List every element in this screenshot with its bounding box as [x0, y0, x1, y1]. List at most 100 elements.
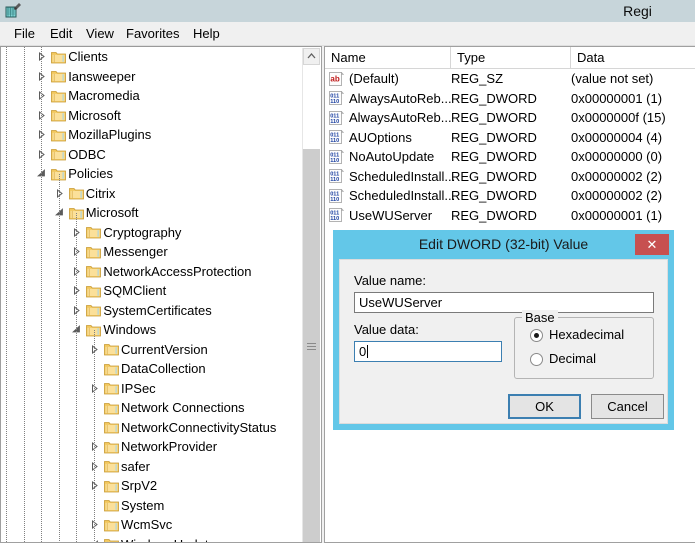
folder-icon [86, 264, 102, 278]
tree-item-system[interactable]: System [1, 496, 303, 516]
tree-item-microsoft[interactable]: Microsoft [1, 203, 303, 223]
tree-item-policies[interactable]: Policies [1, 164, 303, 184]
tree-item-label: CurrentVersion [121, 341, 208, 357]
folder-icon [51, 50, 67, 64]
list-header: Name Type Data [325, 47, 695, 69]
column-header-name[interactable]: Name [325, 47, 451, 68]
tree-item-odbc[interactable]: ODBC [1, 145, 303, 165]
folder-icon [104, 459, 119, 473]
menu-view[interactable]: View [78, 22, 122, 45]
table-row[interactable]: 011 110 AlwaysAutoReb... REG_DWORD 0x0000000… [325, 108, 695, 128]
tree-item-mozillaplugins[interactable]: MozillaPlugins [1, 125, 303, 145]
cancel-button[interactable]: Cancel [591, 394, 664, 419]
menu-help[interactable]: Help [185, 22, 228, 45]
tree-item-windows[interactable]: Windows [1, 320, 303, 340]
tree-item-safer[interactable]: safer [1, 457, 303, 477]
tree-scroll-thumb[interactable] [303, 149, 320, 542]
registry-tree[interactable]: Clients Iansweeper Macromedia Microsoft Mozi… [1, 47, 303, 542]
dialog-title-bar: Edit DWORD (32-bit) Value ✕ [333, 230, 674, 259]
value-name-cell: AlwaysAutoReb... [349, 110, 452, 125]
tree-item-networkconnectivitystatus[interactable]: NetworkConnectivityStatus [1, 418, 303, 438]
value-name-cell: ScheduledInstall... [349, 168, 456, 184]
svg-text:110: 110 [330, 158, 339, 164]
svg-text:110: 110 [330, 99, 339, 105]
tree-item-sqmclient[interactable]: SQMClient [1, 281, 303, 301]
value-data-cell: 0x00000002 (2) [571, 168, 663, 184]
value-data-input[interactable]: 0 [354, 341, 502, 362]
tree-item-networkaccessprotection[interactable]: NetworkAccessProtection [1, 262, 303, 282]
registry-tree-panel[interactable]: Clients Iansweeper Macromedia Microsoft Mozi… [0, 46, 322, 543]
tree-item-messenger[interactable]: Messenger [1, 242, 303, 262]
tree-indent-guide [58, 174, 60, 542]
value-data-text: 0 [359, 344, 367, 359]
value-name-input[interactable]: UseWUServer [354, 292, 654, 313]
tree-item-macromedia[interactable]: Macromedia [1, 86, 303, 106]
window-title: Regi [623, 3, 652, 19]
folder-icon [104, 401, 119, 415]
tree-item-label: Messenger [103, 244, 168, 259]
tree-item-wcmsvc[interactable]: WcmSvc [1, 515, 303, 535]
value-name-cell: AlwaysAutoReb... [349, 90, 452, 106]
close-icon[interactable]: ✕ [635, 234, 669, 255]
table-row[interactable]: 011 110 ScheduledInstall... REG_DWORD 0x0000… [325, 167, 695, 187]
svg-text:110: 110 [330, 197, 339, 203]
folder-icon [68, 186, 84, 200]
tree-scroll-track[interactable] [303, 65, 320, 149]
scroll-grip-icon [307, 343, 316, 350]
tree-item-currentversion[interactable]: CurrentVersion [1, 340, 303, 360]
folder-icon [51, 89, 67, 103]
tree-item-label: Clients [68, 49, 108, 64]
value-type-cell: REG_DWORD [451, 149, 537, 164]
scroll-up-arrow-icon[interactable] [303, 48, 320, 65]
folder-icon [51, 69, 67, 83]
value-type-cell: REG_DWORD [451, 110, 537, 125]
tree-item-systemcertificates[interactable]: SystemCertificates [1, 301, 303, 321]
tree-item-label: Microsoft [68, 107, 121, 123]
table-row[interactable]: 011 110 NoAutoUpdate REG_DWORD 0x00000000 (0… [325, 147, 695, 167]
tree-item-label: WindowsUpdate [121, 535, 216, 543]
tree-item-label: Cryptography [103, 224, 182, 240]
column-header-type[interactable]: Type [451, 47, 571, 68]
tree-item-label: MozillaPlugins [68, 127, 152, 142]
text-caret [367, 345, 369, 358]
ok-button[interactable]: OK [508, 394, 581, 419]
folder-icon [51, 108, 67, 122]
value-data-cell: 0x00000001 (1) [571, 90, 663, 106]
tree-scrollbar[interactable] [302, 48, 320, 542]
tree-item-windowsupdate[interactable]: WindowsUpdate [1, 535, 303, 543]
tree-item-networkprovider[interactable]: NetworkProvider [1, 437, 303, 457]
table-row[interactable]: 011 110 AlwaysAutoReb... REG_DWORD 0x0000000… [325, 89, 695, 109]
tree-item-iansweeper[interactable]: Iansweeper [1, 67, 303, 87]
tree-item-network-connections[interactable]: Network Connections [1, 398, 303, 418]
tree-item-ipsec[interactable]: IPSec [1, 379, 303, 399]
tree-item-label: Policies [68, 166, 113, 181]
menu-favorites[interactable]: Favorites [118, 22, 187, 45]
tree-item-microsoft[interactable]: Microsoft [1, 106, 303, 126]
table-row[interactable]: 011 110 ScheduledInstall... REG_DWORD 0x0000… [325, 186, 695, 206]
tree-item-clients[interactable]: Clients [1, 47, 303, 67]
value-name-cell: (Default) [349, 71, 399, 86]
table-row[interactable]: ab (Default) REG_SZ (value not set) [325, 69, 695, 89]
edit-dword-dialog: Edit DWORD (32-bit) Value ✕ Value name: … [333, 230, 674, 430]
tree-item-srpv2[interactable]: SrpV2 [1, 476, 303, 496]
tree-indent-guide [94, 330, 95, 542]
tree-indent-guide [41, 47, 43, 542]
value-name-label: Value name: [354, 273, 427, 288]
menu-bar: File Edit View Favorites Help [0, 22, 695, 46]
table-row[interactable]: 011 110 AUOptions REG_DWORD 0x00000004 (4) [325, 128, 695, 148]
tree-item-citrix[interactable]: Citrix [1, 184, 303, 204]
value-name-cell: ScheduledInstall... [349, 188, 456, 203]
table-row[interactable]: 011 110 UseWUServer REG_DWORD 0x00000001 (1) [325, 206, 695, 226]
tree-item-label: NetworkConnectivityStatus [121, 419, 277, 435]
tree-item-datacollection[interactable]: DataCollection [1, 359, 303, 379]
menu-edit[interactable]: Edit [42, 22, 80, 45]
tree-item-cryptography[interactable]: Cryptography [1, 223, 303, 243]
column-header-data[interactable]: Data [571, 47, 695, 68]
dialog-title: Edit DWORD (32-bit) Value [418, 236, 589, 252]
tree-item-label: Microsoft [85, 205, 139, 220]
dword-value-icon: 011 110 [329, 168, 345, 183]
tree-indent-guide [6, 47, 7, 542]
tree-item-label: NetworkAccessProtection [103, 263, 252, 279]
menu-file[interactable]: File [6, 22, 43, 45]
radio-decimal-dot [530, 353, 543, 366]
